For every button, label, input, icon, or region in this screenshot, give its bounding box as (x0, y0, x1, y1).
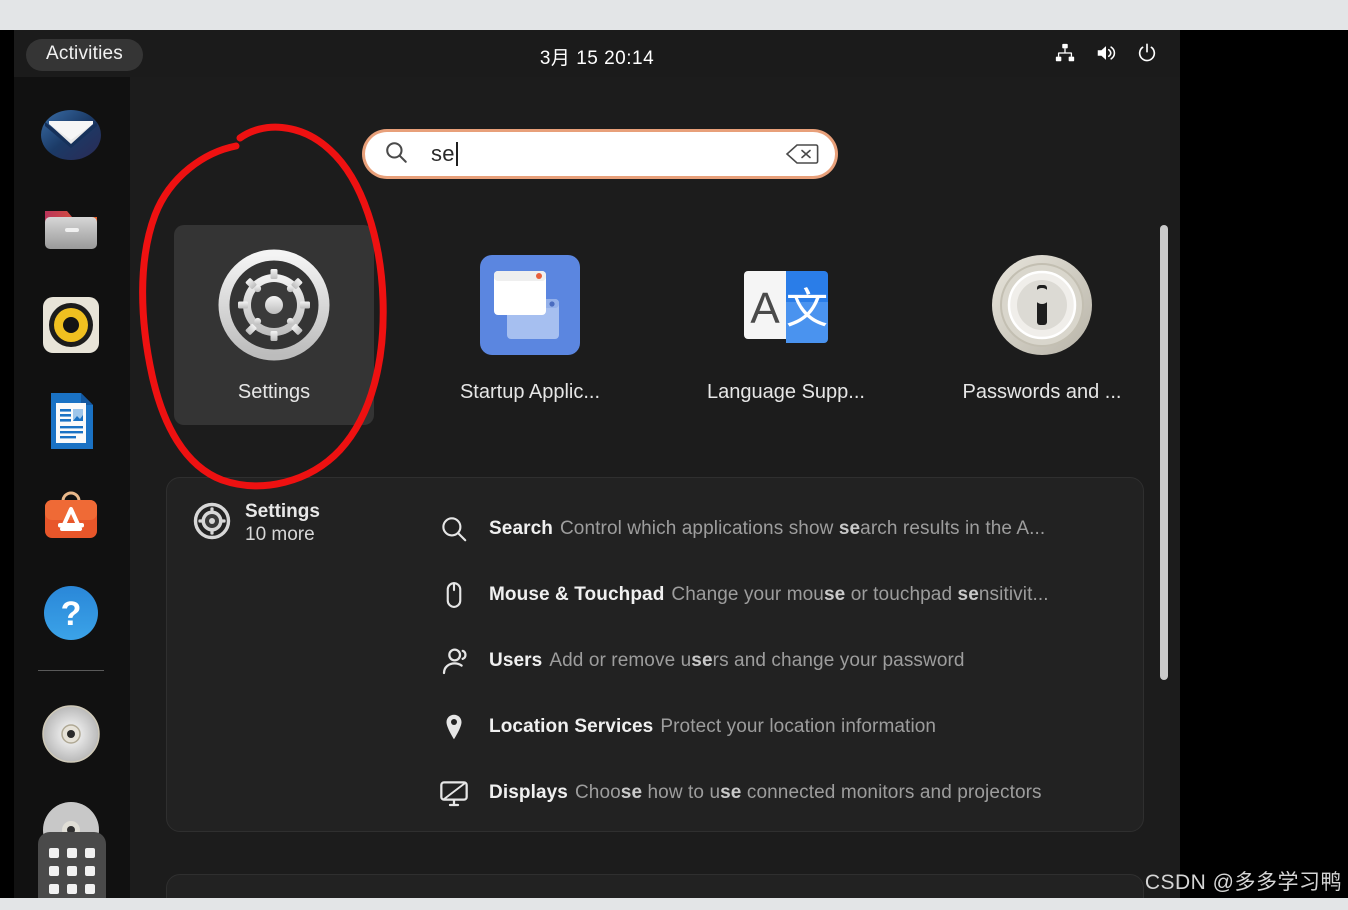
svg-text:文: 文 (786, 284, 828, 333)
ubuntu-desktop: Activities 3月 15 20:14 ? se Settings Sta… (14, 30, 1180, 898)
result-row-users[interactable]: Users Add or remove users and change your… (437, 628, 1137, 694)
result-rows: Search Control which applications show se… (437, 496, 1137, 826)
app-result-startup-applications[interactable]: Startup Applic... (430, 225, 630, 425)
dock-item-files[interactable] (39, 197, 103, 261)
app-result-settings[interactable]: Settings (174, 225, 374, 425)
result-row-search[interactable]: Search Control which applications show se… (437, 496, 1137, 562)
power-icon[interactable] (1136, 42, 1158, 64)
favorites-dock: ? (14, 77, 131, 898)
gnome-top-bar: Activities 3月 15 20:14 (14, 30, 1180, 77)
status-indicators[interactable] (1054, 42, 1158, 64)
dock-item-disc-drive[interactable] (39, 702, 103, 766)
settings-gear-icon-small (193, 502, 231, 540)
dock-separator (38, 670, 104, 671)
app-result-language-support[interactable]: A 文 Language Supp... (686, 225, 886, 425)
svg-text:?: ? (61, 595, 82, 633)
page-frame-left (0, 30, 14, 898)
text-caret (455, 142, 458, 166)
network-wired-icon[interactable] (1054, 42, 1076, 64)
show-applications-button[interactable] (38, 832, 106, 898)
result-provider-header[interactable]: Settings 10 more (193, 500, 320, 547)
clear-search-icon[interactable] (785, 142, 819, 171)
dock-item-libreoffice-impress[interactable] (39, 389, 103, 453)
app-result-passwords-and-keys[interactable]: Passwords and ... (942, 225, 1142, 425)
dock-item-thunderbird-mail[interactable] (39, 102, 103, 166)
clock[interactable]: 3月 15 20:14 (14, 43, 1180, 70)
watermark: CSDN @多多学习鸭 (1144, 871, 1342, 894)
result-text: Displays Choose how to use connected moni… (489, 782, 1042, 803)
search-icon (383, 139, 409, 170)
result-text: Mouse & Touchpad Change your mouse or tou… (489, 584, 1049, 605)
volume-icon[interactable] (1094, 42, 1118, 64)
activities-overview: se Settings Startup Applic... A 文 Langua… (130, 77, 1180, 898)
language-support-icon: A 文 (728, 247, 844, 363)
search-results-panel-secondary (166, 874, 1144, 898)
grid-icon (49, 848, 95, 894)
search-input-value: se (431, 141, 455, 166)
dock-item-rhythmbox[interactable] (39, 293, 103, 357)
location-pin-icon (437, 710, 471, 744)
displays-icon (437, 776, 471, 810)
passwords-and-keys-icon (984, 247, 1100, 363)
result-row-mouse-touchpad[interactable]: Mouse & Touchpad Change your mouse or tou… (437, 562, 1137, 628)
app-result-label: Language Supp... (707, 381, 865, 403)
results-scrollbar[interactable] (1160, 225, 1168, 680)
app-results-row: Settings Startup Applic... A 文 Language … (130, 225, 1180, 440)
search-results-panel: Settings 10 more Search Control which app… (166, 477, 1144, 832)
app-result-label: Startup Applic... (459, 381, 601, 403)
result-row-location-services[interactable]: Location Services Protect your location i… (437, 694, 1137, 760)
result-row-displays[interactable]: Displays Choose how to use connected moni… (437, 760, 1137, 826)
app-result-label: Settings (237, 381, 311, 403)
search-area: se (130, 132, 1180, 176)
page-frame-top (0, 0, 1348, 30)
startup-applications-icon (472, 247, 588, 363)
result-text: Users Add or remove users and change your… (489, 650, 965, 671)
svg-text:A: A (750, 284, 780, 333)
screenshot-root: Activities 3月 15 20:14 ? se Settings Sta… (0, 0, 1348, 910)
search-input[interactable]: se (365, 132, 835, 176)
result-text: Location Services Protect your location i… (489, 716, 937, 737)
provider-name: Settings (245, 501, 320, 522)
result-text: Search Control which applications show se… (489, 518, 1046, 539)
users-icon (437, 644, 471, 678)
provider-more-count: 10 more (245, 524, 315, 545)
page-frame-bottom (0, 898, 1348, 910)
search-icon (437, 512, 471, 546)
app-result-label: Passwords and ... (962, 381, 1122, 403)
mouse-icon (437, 578, 471, 612)
dock-item-help[interactable]: ? (39, 581, 103, 645)
settings-gear-icon (216, 247, 332, 363)
dock-item-ubuntu-software[interactable] (39, 485, 103, 549)
